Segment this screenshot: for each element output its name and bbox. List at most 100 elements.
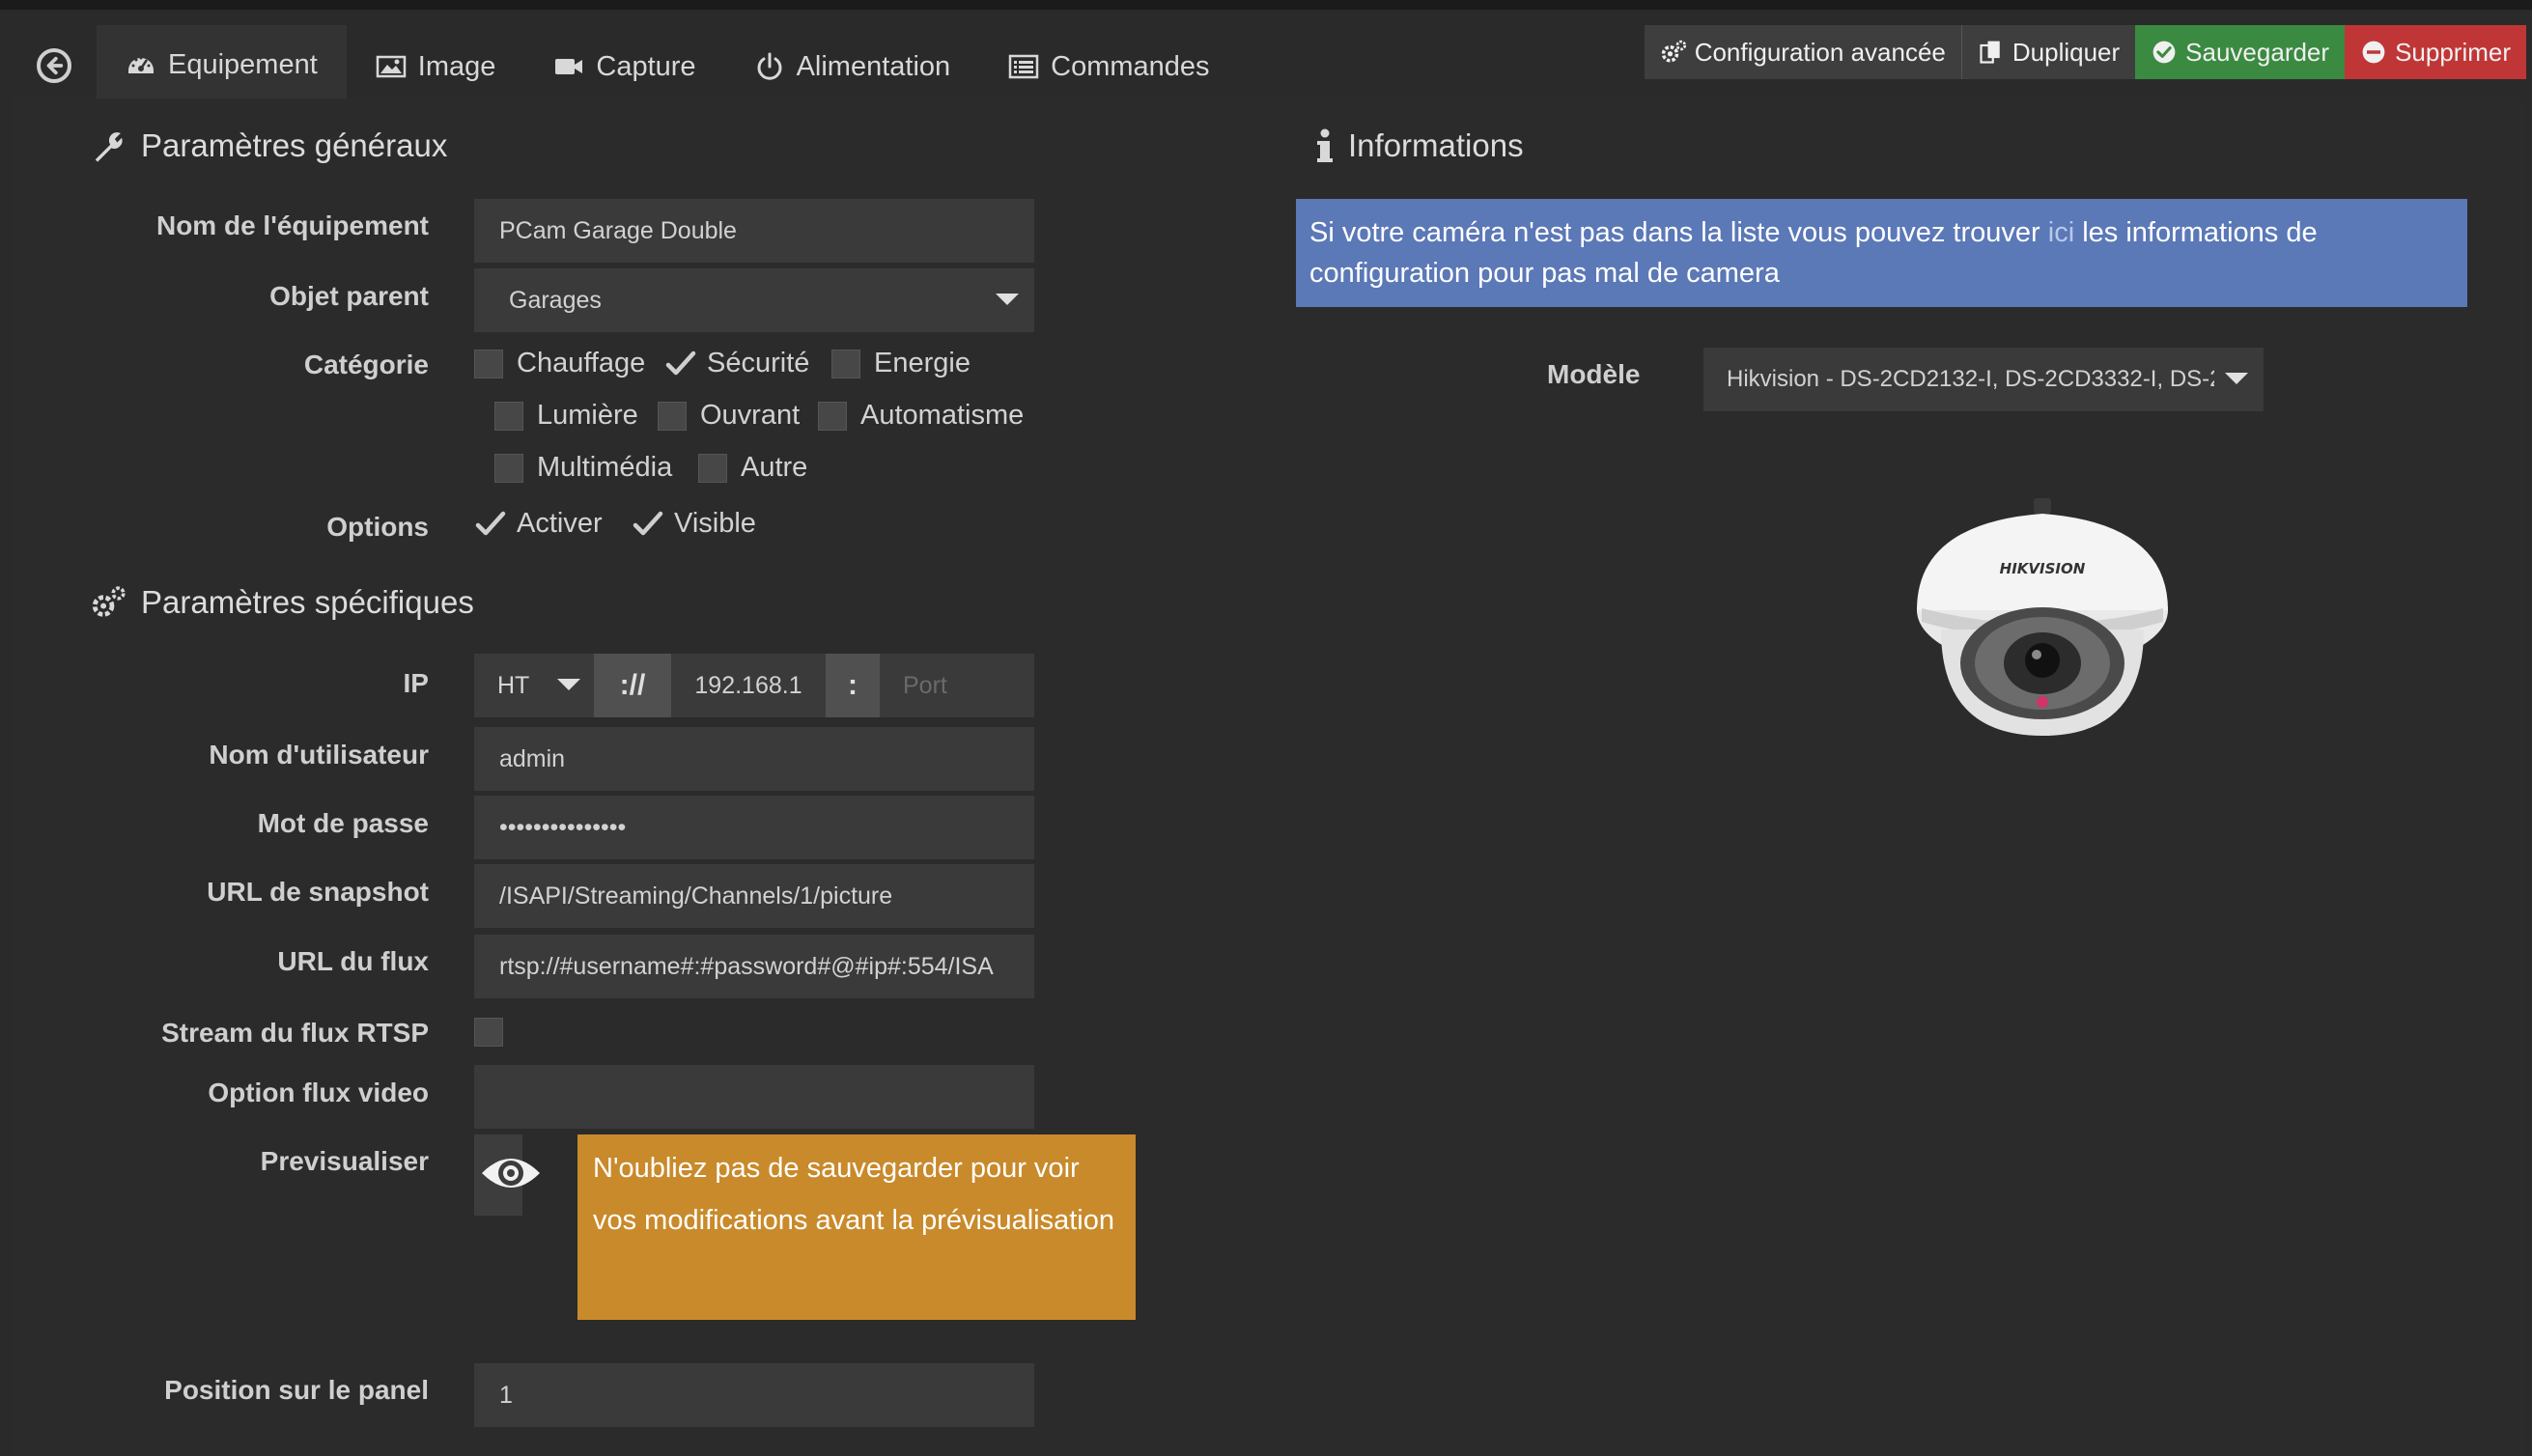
- category-automatisme[interactable]: Automatisme: [818, 400, 1024, 432]
- options-label: Options: [326, 512, 429, 542]
- list-icon: [1008, 54, 1039, 79]
- model-label: Modèle: [1547, 359, 1641, 389]
- protocol-select[interactable]: HT: [474, 654, 594, 717]
- caret-down-icon: [2225, 373, 2248, 384]
- camera-brand: HIKVISION: [2000, 560, 2086, 577]
- parent-object-value: Garages: [509, 286, 602, 314]
- preview-button[interactable]: [474, 1134, 540, 1216]
- dashboard-icon: [128, 56, 154, 73]
- category-label: Catégorie: [303, 350, 429, 379]
- eye-icon: [482, 1159, 540, 1188]
- video-option-label: Option flux video: [208, 1078, 429, 1107]
- option-activer[interactable]: Activer: [474, 508, 603, 540]
- info-link[interactable]: ici: [2048, 217, 2074, 248]
- panel-position-input[interactable]: 1: [474, 1363, 1034, 1427]
- copy-icon: [1980, 41, 2000, 64]
- checkbox[interactable]: [831, 349, 860, 378]
- tab-equipement[interactable]: Equipement: [97, 25, 347, 108]
- category-lumiere[interactable]: Lumière: [494, 400, 638, 432]
- checkbox-checked[interactable]: [474, 510, 506, 539]
- power-icon: [757, 52, 782, 80]
- checkbox[interactable]: [658, 401, 687, 431]
- tab-image[interactable]: Image: [347, 25, 525, 108]
- minus-circle-icon: [2362, 41, 2385, 64]
- parent-label: Objet parent: [269, 281, 429, 311]
- top-bar: Equipement Image Capture Alimentation Co…: [0, 0, 2532, 108]
- password-label: Mot de passe: [257, 808, 429, 838]
- save-label: Sauvegarder: [2185, 37, 2330, 67]
- cogs-icon: [1661, 40, 1686, 63]
- check-icon: [633, 511, 663, 535]
- category-securite[interactable]: Sécurité: [664, 348, 809, 379]
- video-camera-icon: [555, 59, 583, 74]
- cogs-icon: [92, 586, 126, 617]
- caret-down-icon: [557, 679, 580, 690]
- delete-button[interactable]: Supprimer: [2345, 25, 2526, 79]
- tab-commandes[interactable]: Commandes: [979, 25, 1238, 108]
- checkbox-checked[interactable]: [664, 350, 696, 378]
- password-input[interactable]: •••••••••••••••: [474, 796, 1034, 859]
- form-labels: Nom de l'équipement Objet parent Catégor…: [12, 98, 429, 1450]
- rtsp-stream-checkbox[interactable]: [474, 1018, 503, 1047]
- category-chauffage[interactable]: Chauffage: [474, 348, 645, 379]
- panel-position-label: Position sur le panel: [164, 1375, 429, 1405]
- stream-url-label: URL du flux: [277, 946, 429, 976]
- ip-address-input[interactable]: 192.168.1: [671, 654, 826, 717]
- image-icon: [376, 55, 407, 78]
- tab-capture[interactable]: Capture: [524, 25, 724, 108]
- protocol-separator: ://: [594, 654, 671, 717]
- info-section-title: Informations: [1315, 127, 1524, 164]
- model-select[interactable]: Hikvision - DS-2CD2132-I, DS-2CD3332-I, …: [1703, 348, 2264, 411]
- checkbox[interactable]: [818, 401, 847, 431]
- checkbox[interactable]: [698, 453, 727, 483]
- option-visible[interactable]: Visible: [632, 508, 756, 540]
- snapshot-url-input[interactable]: /ISAPI/Streaming/Channels/1/picture: [474, 864, 1034, 928]
- preview-label: Previsualiser: [260, 1146, 429, 1176]
- tab-label: Equipement: [168, 48, 318, 80]
- back-button[interactable]: [37, 48, 71, 83]
- username-input[interactable]: admin: [474, 727, 1034, 791]
- category-autre[interactable]: Autre: [698, 452, 807, 484]
- duplicate-label: Dupliquer: [2012, 37, 2121, 67]
- info-message: Si votre caméra n'est pas dans la liste …: [1296, 199, 2467, 307]
- duplicate-button[interactable]: Dupliquer: [1960, 25, 2136, 79]
- snapshot-url-label: URL de snapshot: [207, 877, 429, 907]
- checkbox[interactable]: [494, 453, 523, 483]
- tab-label: Capture: [596, 50, 696, 82]
- category-multimedia[interactable]: Multimédia: [494, 452, 672, 484]
- advanced-config-label: Configuration avancée: [1694, 37, 1946, 67]
- arrow-left-icon: [46, 56, 64, 75]
- ip-input-group: HT :// 192.168.1 : Port: [474, 654, 1034, 717]
- action-bar: Configuration avancée Dupliquer Sauvegar…: [1644, 25, 2526, 79]
- tab-label: Image: [417, 50, 496, 82]
- tab-label: Alimentation: [796, 50, 951, 82]
- name-label: Nom de l'équipement: [155, 210, 429, 240]
- model-value: Hikvision - DS-2CD2132-I, DS-2CD3332-I, …: [1727, 366, 2214, 392]
- checkbox[interactable]: [494, 401, 523, 431]
- checkbox-checked[interactable]: [632, 510, 663, 539]
- video-option-input[interactable]: [474, 1065, 1034, 1129]
- check-icon: [665, 350, 696, 375]
- tab-label: Commandes: [1051, 50, 1210, 82]
- equipment-form: Paramètres généraux Nom de l'équipement …: [12, 98, 2526, 1456]
- camera-image: HIKVISION: [1917, 498, 2168, 736]
- port-input[interactable]: Port: [880, 654, 1034, 717]
- equipment-name-input[interactable]: PCam Garage Double: [474, 199, 1034, 263]
- advanced-config-button[interactable]: Configuration avancée: [1644, 25, 1961, 79]
- info-icon: [1317, 128, 1333, 162]
- preview-warning: N'oubliez pas de sauvegarder pour voir v…: [577, 1134, 1136, 1320]
- protocol-value: HT: [497, 671, 530, 699]
- specific-section-title: Paramètres spécifiques: [91, 584, 474, 621]
- category-energie[interactable]: Energie: [831, 348, 971, 379]
- rtsp-stream-label: Stream du flux RTSP: [161, 1018, 429, 1048]
- save-button[interactable]: Sauvegarder: [2135, 25, 2346, 79]
- stream-url-input[interactable]: rtsp://#username#:#password#@#ip#:554/IS…: [474, 935, 1034, 998]
- tab-alimentation[interactable]: Alimentation: [725, 25, 980, 108]
- parent-object-select[interactable]: Garages: [474, 268, 1034, 332]
- ip-label: IP: [403, 668, 429, 698]
- category-ouvrant[interactable]: Ouvrant: [658, 400, 800, 432]
- tab-bar: Equipement Image Capture Alimentation Co…: [97, 25, 1239, 108]
- checkbox[interactable]: [474, 349, 503, 378]
- check-circle-icon: [2152, 41, 2176, 64]
- check-icon: [475, 511, 506, 535]
